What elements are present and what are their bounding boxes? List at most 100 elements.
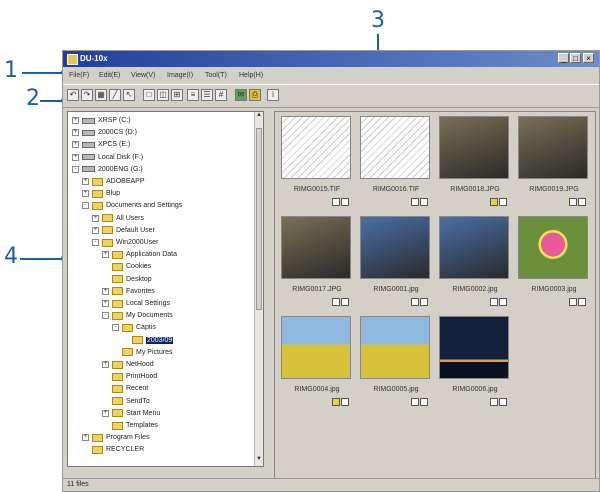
- scroll-down-icon[interactable]: ▼: [255, 456, 263, 466]
- tree-scroll-thumb[interactable]: [256, 128, 262, 310]
- tree-item[interactable]: + XRSP (C:): [72, 115, 131, 126]
- expand-icon[interactable]: +: [92, 214, 99, 222]
- expand-icon[interactable]: +: [82, 178, 89, 185]
- list-view-icon[interactable]: ≡: [187, 89, 199, 101]
- expand-icon[interactable]: +: [102, 251, 109, 259]
- expand-icon[interactable]: +: [102, 300, 109, 307]
- title-bar[interactable]: DU-10x _ □ ×: [63, 51, 599, 67]
- thumbnail-image[interactable]: [360, 316, 430, 379]
- dual-view-icon[interactable]: ◫: [157, 89, 169, 101]
- thumbnail-image[interactable]: [281, 316, 351, 379]
- tree-item[interactable]: - Documents and Settings: [82, 200, 182, 211]
- arrow-icon[interactable]: ↖: [123, 89, 135, 101]
- folder-tree[interactable]: ▲ ▼ + XRSP (C:) +2000CS (D:) + XPCS (E:) + Loc…: [67, 111, 264, 467]
- collapse-icon[interactable]: -: [112, 324, 119, 332]
- collapse-icon[interactable]: -: [72, 165, 79, 173]
- pen-icon[interactable]: ╱: [109, 89, 121, 101]
- thumbnail-image[interactable]: [439, 216, 509, 279]
- collapse-icon[interactable]: -: [102, 312, 109, 320]
- tree-item[interactable]: 2003/09: [122, 335, 174, 346]
- tree-item[interactable]: + Application Data: [102, 249, 177, 260]
- expand-icon[interactable]: +: [102, 287, 109, 295]
- tree-item[interactable]: My Pictures: [112, 347, 173, 358]
- collapse-icon[interactable]: -: [82, 202, 89, 210]
- tree-item[interactable]: RECYCLER: [82, 444, 144, 455]
- thumbnail-cell[interactable]: RIMG0006.jpg: [437, 314, 513, 411]
- expand-icon[interactable]: +: [72, 141, 79, 149]
- tree-item[interactable]: - Win2000User: [92, 237, 158, 248]
- mail-icon[interactable]: ✉: [235, 89, 247, 101]
- thumbnail-image[interactable]: [439, 116, 509, 179]
- single-view-icon[interactable]: □: [143, 89, 155, 101]
- thumbnail-cell[interactable]: RIMG0017.JPG: [279, 214, 355, 311]
- menu-help[interactable]: Help(H): [239, 72, 263, 79]
- expand-icon[interactable]: +: [102, 361, 109, 368]
- tree-item[interactable]: SendTo: [102, 396, 150, 407]
- tree-item[interactable]: Templates: [102, 420, 158, 431]
- tree-item[interactable]: - Captis: [112, 322, 156, 333]
- tree-item[interactable]: + NetHood: [102, 359, 154, 370]
- thumbnail-cell[interactable]: RIMG0005.jpg: [358, 314, 434, 411]
- tree-item[interactable]: + XPCS (E:): [72, 139, 130, 150]
- tree-item[interactable]: + All Users: [92, 213, 144, 224]
- thumbnail-view-icon[interactable]: #: [215, 89, 227, 101]
- thumbnail-cell[interactable]: RIMG0018.JPG: [437, 114, 513, 211]
- tree-item[interactable]: +2000CS (D:): [72, 127, 137, 138]
- thumbnail-image[interactable]: [360, 116, 430, 179]
- menu-file[interactable]: File(F): [69, 72, 89, 79]
- expand-icon[interactable]: +: [72, 129, 79, 137]
- tree-item[interactable]: + Blup: [82, 188, 120, 199]
- detail-view-icon[interactable]: ☰: [201, 89, 213, 101]
- tree-item[interactable]: + Local Settings: [102, 298, 170, 309]
- thumbnail-image[interactable]: [518, 116, 588, 179]
- slideshow-icon[interactable]: ▦: [95, 89, 107, 101]
- close-button[interactable]: ×: [583, 53, 594, 63]
- rotate-left-icon[interactable]: ↶: [67, 89, 79, 101]
- scroll-up-icon[interactable]: ▲: [255, 112, 263, 122]
- expand-icon[interactable]: +: [102, 409, 109, 417]
- thumbnail-cell[interactable]: RIMG0001.jpg: [358, 214, 434, 311]
- tree-item[interactable]: + Program Files: [82, 432, 150, 443]
- menu-image[interactable]: Image(I): [167, 72, 193, 79]
- print-icon[interactable]: ⎙: [249, 89, 261, 101]
- expand-icon[interactable]: +: [82, 434, 89, 442]
- info-icon[interactable]: i: [267, 89, 279, 101]
- thumbnail-image[interactable]: [281, 216, 351, 279]
- tree-item[interactable]: + ADOBEAPP: [82, 176, 145, 187]
- tree-item[interactable]: - 2000ENG (G:): [72, 164, 143, 175]
- tree-item[interactable]: PrintHood: [102, 371, 157, 382]
- menu-edit[interactable]: Edit(E): [99, 72, 120, 79]
- thumbnail-cell[interactable]: RIMG0002.jpg: [437, 214, 513, 311]
- thumbnail-pane[interactable]: RIMG0015.TIF RIMG0016.TIF RIMG0018.JPG RIMG…: [274, 111, 596, 479]
- tree-item[interactable]: Cookies: [102, 261, 151, 272]
- thumbnail-cell[interactable]: RIMG0004.jpg: [279, 314, 355, 411]
- thumbnail-image[interactable]: [518, 216, 588, 279]
- tree-item[interactable]: + Local Disk (F:): [72, 152, 143, 163]
- thumbnail-cell[interactable]: RIMG0019.JPG: [516, 114, 592, 211]
- thumbnail-image[interactable]: [360, 216, 430, 279]
- menu-tool[interactable]: Tool(T): [205, 72, 227, 79]
- tree-item[interactable]: + Default User: [92, 225, 155, 236]
- tree-item[interactable]: Recent: [102, 383, 148, 394]
- minimize-button[interactable]: _: [558, 53, 569, 63]
- tree-item[interactable]: Desktop: [102, 274, 152, 285]
- tree-scrollbar[interactable]: ▲ ▼: [254, 112, 263, 466]
- collapse-icon[interactable]: -: [92, 239, 99, 246]
- rotate-right-icon[interactable]: ↷: [81, 89, 93, 101]
- expand-icon[interactable]: +: [92, 226, 99, 234]
- thumbnail-cell[interactable]: RIMG0015.TIF: [279, 114, 355, 211]
- expand-icon[interactable]: +: [72, 153, 79, 161]
- file-badge-icon: [499, 298, 507, 306]
- thumbnail-cell[interactable]: RIMG0003.jpg: [516, 214, 592, 311]
- maximize-button[interactable]: □: [570, 53, 581, 63]
- expand-icon[interactable]: +: [72, 117, 79, 124]
- tree-item[interactable]: - My Documents: [102, 310, 173, 321]
- tree-item[interactable]: + Favorites: [102, 286, 155, 297]
- tree-item[interactable]: + Start Menu: [102, 408, 160, 419]
- thumbnail-image[interactable]: [281, 116, 351, 179]
- thumbnail-cell[interactable]: RIMG0016.TIF: [358, 114, 434, 211]
- thumbnail-image[interactable]: [439, 316, 509, 379]
- grid-view-icon[interactable]: ⊞: [171, 89, 183, 101]
- expand-icon[interactable]: +: [82, 190, 89, 198]
- menu-view[interactable]: View(V): [131, 72, 155, 79]
